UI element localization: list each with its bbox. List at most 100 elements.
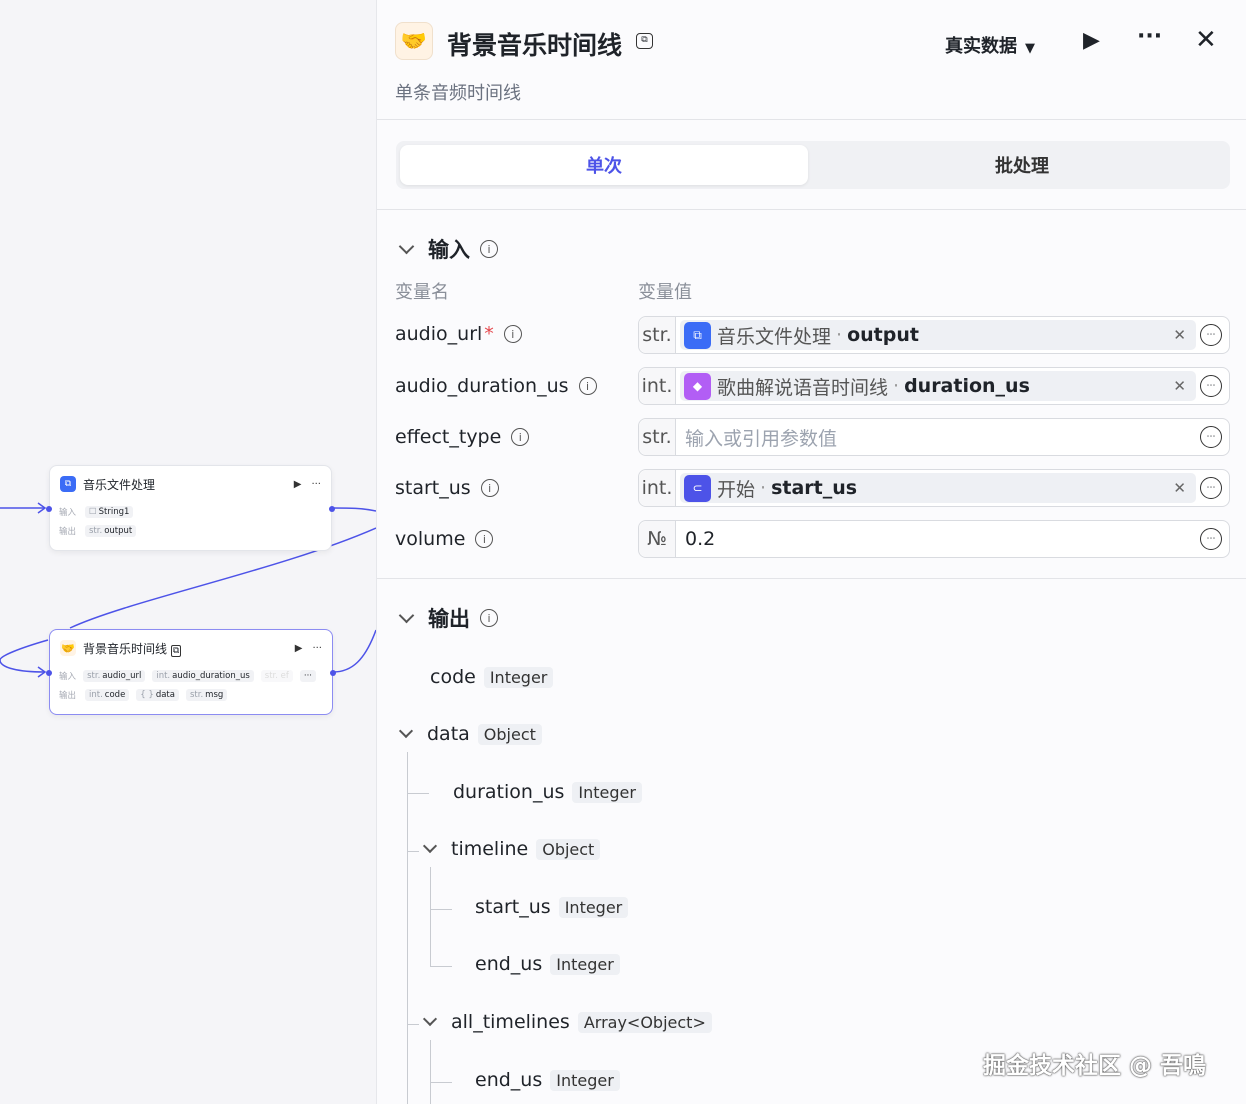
node-detail-panel: 🤝 背景音乐时间线 ⧉ 单条音频时间线 真实数据 ▼ ▶ ··· ✕ 单次 批处理…: [376, 0, 1246, 1104]
output-item-start-us: start_us Integer: [475, 896, 629, 918]
info-icon[interactable]: i: [511, 428, 530, 446]
node-title: 音乐文件处理: [83, 477, 156, 492]
handshake-icon: 🤝: [60, 640, 76, 656]
node-bg-music-timeline[interactable]: 🤝 背景音乐时间线 ⧉ ▶ ··· 输入 str. audio_url int. a…: [46, 629, 336, 715]
connection-lines: [0, 502, 376, 678]
reference-chip[interactable]: ◆ 歌曲解说语音时间线 · duration_us ✕: [680, 371, 1196, 401]
node-input-tag: str. audio_url: [83, 669, 146, 682]
panel-description: 单条音频时间线: [395, 83, 521, 104]
value-field-audio-url[interactable]: str. ⧉ 音乐文件处理 · output ✕ ⋯: [638, 316, 1230, 354]
workflow-canvas[interactable]: ⧉ 音乐文件处理 ▶ ··· 输入 ☐ String1 输出 str. output…: [0, 0, 376, 1104]
divider: [377, 209, 1246, 210]
run-icon[interactable]: ▶: [295, 643, 303, 654]
output-item-code: code Integer: [430, 666, 554, 688]
input-section-header[interactable]: 输入 i: [397, 234, 498, 264]
variable-ref-icon[interactable]: ⋯: [1200, 528, 1222, 550]
output-item-end-us: end_us Integer: [475, 1069, 620, 1091]
var-name-effect-type: effect_type i: [395, 426, 530, 448]
info-icon[interactable]: i: [480, 240, 498, 258]
output-item-data[interactable]: data Object: [398, 723, 542, 745]
more-icon[interactable]: ···: [1137, 24, 1162, 49]
output-item-duration-us: duration_us Integer: [453, 781, 642, 803]
node-output-tag: str. msg: [185, 688, 228, 701]
node-input-tag: int. audio_duration_us: [152, 669, 254, 682]
node-title: 背景音乐时间线 ⧉: [83, 641, 182, 657]
output-port[interactable]: [329, 506, 335, 512]
more-inputs-icon[interactable]: ···: [299, 669, 316, 682]
tree-line: [407, 752, 408, 1104]
type-label: int.: [639, 470, 676, 506]
tree-line: [407, 793, 429, 794]
info-icon[interactable]: i: [480, 609, 498, 627]
tree-line: [407, 851, 419, 852]
value-field-audio-duration-us[interactable]: int. ◆ 歌曲解说语音时间线 · duration_us ✕ ⋯: [638, 367, 1230, 405]
node-output-tag: int. code: [85, 688, 130, 701]
caret-down-icon: ▼: [1025, 41, 1035, 56]
plugin-badge-icon: ⧉: [636, 33, 653, 49]
value-field-start-us[interactable]: int. ⊂ 开始 · start_us ✕ ⋯: [638, 469, 1230, 507]
var-name-audio-duration-us: audio_duration_us i: [395, 375, 597, 397]
value-field-effect-type[interactable]: str. 输入或引用参数值 ⋯: [638, 418, 1230, 456]
value-field-volume[interactable]: № 0.2 ⋯: [638, 520, 1230, 558]
panel-header: 🤝 背景音乐时间线 ⧉ 单条音频时间线 真实数据 ▼ ▶ ··· ✕: [377, 0, 1246, 120]
tree-line: [430, 909, 452, 910]
variable-ref-icon[interactable]: ⋯: [1200, 477, 1222, 499]
output-item-all-timelines[interactable]: all_timelines Array<Object>: [422, 1011, 712, 1033]
variable-ref-icon[interactable]: ⋯: [1200, 375, 1222, 397]
tab-single[interactable]: 单次: [400, 145, 808, 185]
output-port[interactable]: [330, 670, 336, 676]
output-item-timeline[interactable]: timeline Object: [422, 838, 601, 860]
tab-batch[interactable]: 批处理: [818, 145, 1226, 185]
type-label: str.: [639, 317, 676, 353]
more-icon[interactable]: ···: [312, 643, 322, 654]
info-icon[interactable]: i: [475, 530, 494, 548]
input-port[interactable]: [46, 670, 52, 676]
tree-line: [430, 1040, 431, 1104]
chevron-down-icon[interactable]: [422, 838, 438, 854]
tree-line: [430, 1082, 452, 1083]
tree-line: [430, 966, 452, 967]
type-label: №: [639, 521, 676, 557]
tree-line: [430, 867, 431, 967]
close-icon[interactable]: ✕: [1195, 25, 1217, 55]
col-header-value: 变量值: [638, 282, 692, 303]
divider: [377, 578, 1246, 579]
var-name-start-us: start_us i: [395, 477, 499, 499]
node-music-file-processing[interactable]: ⧉ 音乐文件处理 ▶ ··· 输入 ☐ String1 输出 str. output: [46, 465, 335, 551]
data-mode-dropdown[interactable]: 真实数据 ▼: [945, 32, 1035, 58]
clear-icon[interactable]: ✕: [1173, 479, 1186, 497]
type-label: int.: [639, 368, 676, 404]
var-name-audio-url: audio_url * i: [395, 323, 522, 345]
run-icon[interactable]: ▶: [294, 479, 302, 490]
node-output-tag: str. output: [85, 524, 137, 537]
output-section-header[interactable]: 输出 i: [397, 603, 498, 633]
chevron-down-icon[interactable]: [422, 1011, 438, 1027]
effect-type-input[interactable]: 输入或引用参数值: [676, 424, 1200, 451]
info-icon[interactable]: i: [480, 479, 499, 497]
info-icon[interactable]: i: [503, 325, 522, 343]
plugin-icon: ⧉: [60, 476, 76, 492]
more-icon[interactable]: ···: [311, 479, 321, 490]
variable-ref-icon[interactable]: ⋯: [1200, 324, 1222, 346]
plugin-icon: ⧉: [684, 321, 711, 349]
node-input-label: 输入: [59, 671, 77, 682]
node-input-tag: str. ef: [260, 669, 293, 682]
node-output-tag: { } data: [136, 688, 179, 701]
chevron-down-icon: [398, 607, 415, 623]
node-output-label: 输出: [59, 526, 77, 537]
chevron-down-icon[interactable]: [398, 723, 414, 739]
clear-icon[interactable]: ✕: [1173, 326, 1186, 344]
output-item-end-us: end_us Integer: [475, 953, 620, 975]
clear-icon[interactable]: ✕: [1173, 377, 1186, 395]
info-icon[interactable]: i: [578, 377, 597, 395]
variable-ref-icon[interactable]: ⋯: [1200, 426, 1222, 448]
type-label: str.: [639, 419, 676, 455]
node-input-tag: ☐ String1: [85, 505, 134, 518]
run-icon[interactable]: ▶: [1083, 28, 1100, 53]
input-port[interactable]: [46, 506, 52, 512]
volume-input[interactable]: 0.2: [676, 528, 1200, 550]
tree-line: [407, 1024, 419, 1025]
col-header-name: 变量名: [395, 282, 449, 303]
reference-chip[interactable]: ⧉ 音乐文件处理 · output ✕: [680, 320, 1196, 350]
reference-chip[interactable]: ⊂ 开始 · start_us ✕: [680, 473, 1196, 503]
